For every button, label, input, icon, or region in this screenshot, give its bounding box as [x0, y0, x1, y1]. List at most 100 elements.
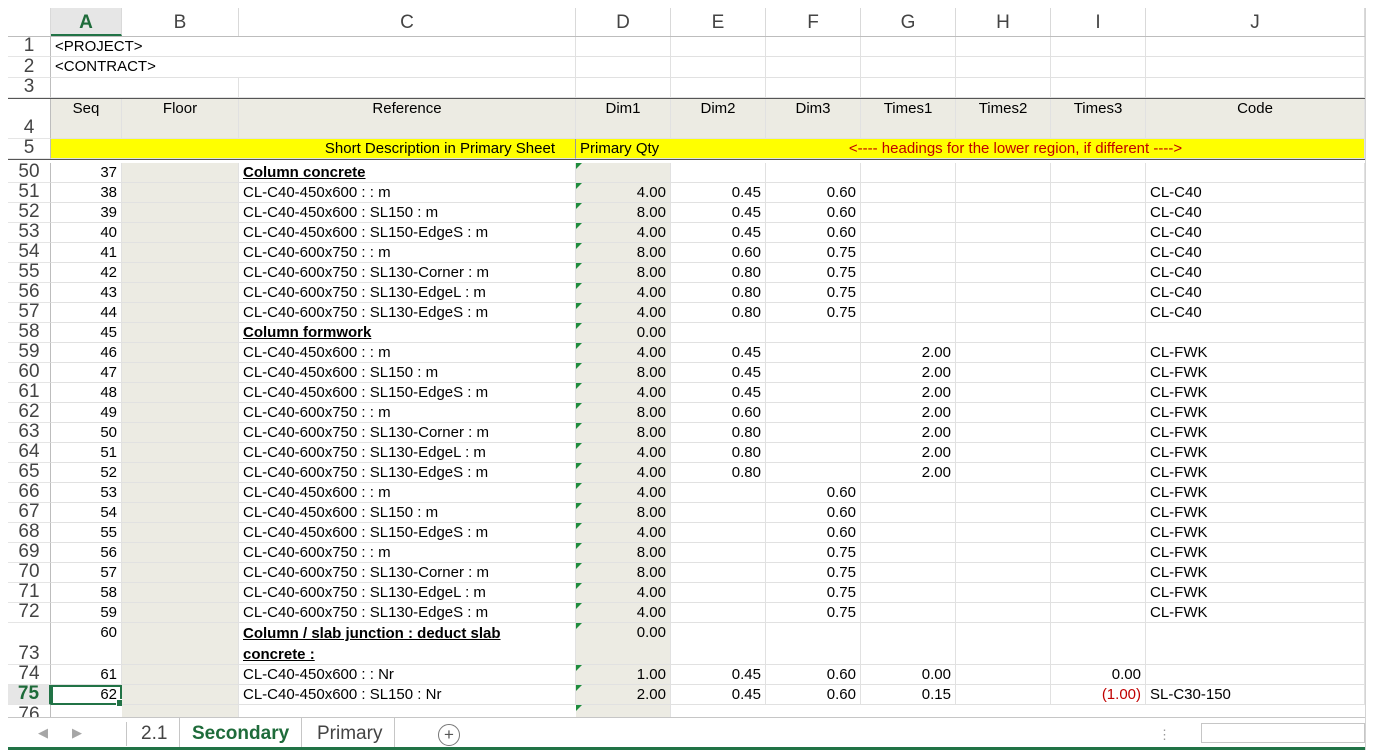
- cell-b[interactable]: [122, 563, 239, 583]
- cell-g[interactable]: [861, 223, 956, 243]
- cell-j[interactable]: CL-FWK: [1146, 363, 1365, 383]
- row-header[interactable]: 72: [8, 602, 51, 623]
- cell-e[interactable]: [671, 503, 766, 523]
- cell-i[interactable]: [1051, 523, 1146, 543]
- cell-i[interactable]: [1051, 583, 1146, 603]
- cell-b[interactable]: [122, 423, 239, 443]
- row-header[interactable]: 69: [8, 542, 51, 563]
- cell-j[interactable]: CL-FWK: [1146, 543, 1365, 563]
- cell-h[interactable]: [956, 343, 1051, 363]
- cell-f[interactable]: 0.75: [766, 303, 861, 323]
- cell-d[interactable]: 8.00: [576, 423, 671, 443]
- cell-h[interactable]: [956, 183, 1051, 203]
- cell-a2[interactable]: <CONTRACT>: [51, 57, 239, 78]
- heading-dim3[interactable]: Dim3: [766, 99, 861, 139]
- cell-e[interactable]: 0.60: [671, 243, 766, 263]
- heading-seq[interactable]: Seq: [51, 99, 122, 139]
- cell-i75[interactable]: (1.00): [1051, 685, 1146, 705]
- cell-f[interactable]: 0.75: [766, 263, 861, 283]
- column-header-e[interactable]: E: [671, 8, 766, 36]
- cell-a[interactable]: 42: [51, 263, 122, 283]
- cell-e[interactable]: [671, 603, 766, 623]
- cell-b76[interactable]: [122, 705, 239, 717]
- cell-e[interactable]: 0.80: [671, 443, 766, 463]
- cell-b[interactable]: [122, 443, 239, 463]
- cell-i[interactable]: [1051, 403, 1146, 423]
- cell-a[interactable]: 37: [51, 163, 122, 183]
- row-header[interactable]: 53: [8, 222, 51, 243]
- cell-f75[interactable]: 0.60: [766, 685, 861, 705]
- cell-c[interactable]: CL-C40-450x600 : SL150-EdgeS : m: [239, 223, 576, 243]
- cell-c[interactable]: Column concrete: [239, 163, 576, 183]
- cell-a[interactable]: 58: [51, 583, 122, 603]
- cell-e75[interactable]: 0.45: [671, 685, 766, 705]
- cell-e[interactable]: 0.45: [671, 343, 766, 363]
- column-header-i[interactable]: I: [1051, 8, 1146, 36]
- cell-h[interactable]: [956, 243, 1051, 263]
- cell-h[interactable]: [956, 523, 1051, 543]
- cell-b75[interactable]: [122, 685, 239, 705]
- row-header[interactable]: 55: [8, 262, 51, 283]
- cell-a[interactable]: 39: [51, 203, 122, 223]
- cell-f[interactable]: 0.75: [766, 543, 861, 563]
- cell-d[interactable]: 8.00: [576, 363, 671, 383]
- cell-h74[interactable]: [956, 665, 1051, 685]
- row-header[interactable]: 54: [8, 242, 51, 263]
- cell-d[interactable]: 8.00: [576, 263, 671, 283]
- cell-c[interactable]: CL-C40-600x750 : SL130-EdgeL : m: [239, 583, 576, 603]
- cell-f[interactable]: 0.75: [766, 243, 861, 263]
- row-header[interactable]: 74: [8, 664, 51, 685]
- cell-b[interactable]: [122, 483, 239, 503]
- cell-d2[interactable]: [576, 57, 671, 78]
- cell-f74[interactable]: 0.60: [766, 665, 861, 685]
- cell-h[interactable]: [956, 383, 1051, 403]
- cell-a[interactable]: 56: [51, 543, 122, 563]
- cell-h3[interactable]: [956, 78, 1051, 98]
- cell-i[interactable]: [1051, 223, 1146, 243]
- cell-e[interactable]: [671, 323, 766, 343]
- cell-g[interactable]: 2.00: [861, 463, 956, 483]
- cell-c[interactable]: CL-C40-450x600 : : m: [239, 343, 576, 363]
- cell-a1[interactable]: <PROJECT>: [51, 37, 239, 57]
- cell-b[interactable]: [122, 303, 239, 323]
- cell-b[interactable]: [122, 263, 239, 283]
- cell-c[interactable]: CL-C40-600x750 : SL130-EdgeS : m: [239, 463, 576, 483]
- splitter-handle-icon[interactable]: ⋮: [1158, 727, 1171, 743]
- cell-f[interactable]: [766, 443, 861, 463]
- cell-g[interactable]: [861, 203, 956, 223]
- cell-c[interactable]: CL-C40-600x750 : SL130-EdgeL : m: [239, 443, 576, 463]
- cell-e[interactable]: [671, 163, 766, 183]
- cell-j3[interactable]: [1146, 78, 1365, 98]
- heading-dim2[interactable]: Dim2: [671, 99, 766, 139]
- row-header[interactable]: 1: [8, 37, 51, 57]
- cell-i[interactable]: [1051, 303, 1146, 323]
- heading-times3[interactable]: Times3: [1051, 99, 1146, 139]
- select-all-corner[interactable]: [8, 8, 51, 36]
- row-header[interactable]: 64: [8, 442, 51, 463]
- cell-e[interactable]: 0.80: [671, 283, 766, 303]
- cell-c73[interactable]: Column / slab junction : deduct slab con…: [239, 623, 576, 665]
- cell-c[interactable]: CL-C40-600x750 : SL130-EdgeS : m: [239, 303, 576, 323]
- cell-g[interactable]: [861, 603, 956, 623]
- cell-i[interactable]: [1051, 363, 1146, 383]
- cell-c75[interactable]: CL-C40-450x600 : SL150 : Nr: [239, 685, 576, 705]
- heading-dim1[interactable]: Dim1: [576, 99, 671, 139]
- cell-j[interactable]: CL-FWK: [1146, 603, 1365, 623]
- cell-h75[interactable]: [956, 685, 1051, 705]
- cell-e[interactable]: 0.60: [671, 403, 766, 423]
- cell-j[interactable]: CL-C40: [1146, 203, 1365, 223]
- cell-a[interactable]: 55: [51, 523, 122, 543]
- cell-c[interactable]: CL-C40-600x750 : SL130-EdgeL : m: [239, 283, 576, 303]
- cell-a[interactable]: 51: [51, 443, 122, 463]
- cell-a[interactable]: 49: [51, 403, 122, 423]
- heading-times1[interactable]: Times1: [861, 99, 956, 139]
- column-header-j[interactable]: J: [1146, 8, 1365, 36]
- cell-b[interactable]: [122, 463, 239, 483]
- cell-e3[interactable]: [671, 78, 766, 98]
- row-header[interactable]: 60: [8, 362, 51, 383]
- cell-j[interactable]: CL-FWK: [1146, 383, 1365, 403]
- cell-g[interactable]: 2.00: [861, 343, 956, 363]
- cell-j[interactable]: CL-C40: [1146, 183, 1365, 203]
- cell-b[interactable]: [122, 203, 239, 223]
- cell-g73[interactable]: [861, 623, 956, 665]
